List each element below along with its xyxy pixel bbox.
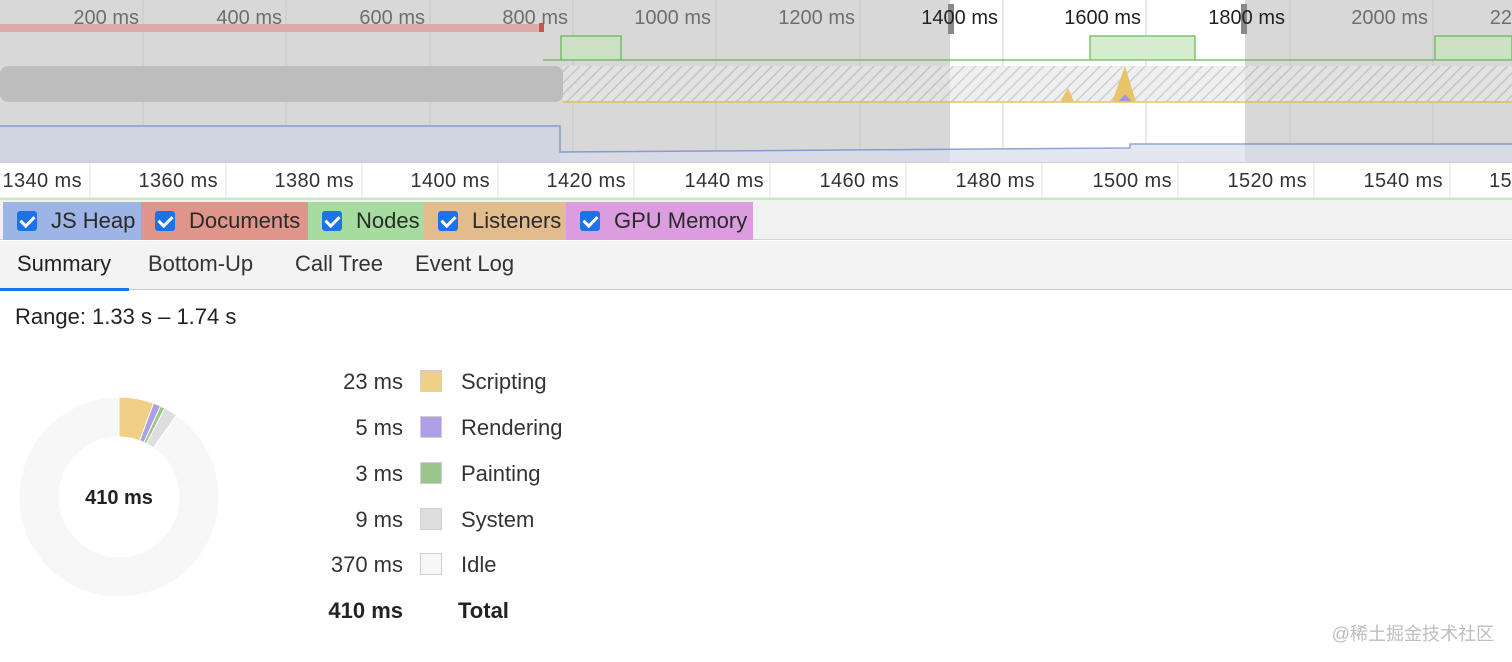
tab-summary[interactable]: Summary	[0, 241, 130, 291]
donut-total-label: 410 ms	[85, 487, 153, 509]
range-text: Range: 1.33 s – 1.74 s	[15, 304, 237, 329]
overview-tick-label: 600 ms	[359, 7, 425, 29]
checkbox-checked-icon[interactable]	[580, 211, 600, 231]
legend-label: System	[461, 507, 535, 532]
legend-total-label: Total	[458, 598, 509, 623]
legend-label: Idle	[461, 552, 497, 577]
legend-total-value: 410 ms	[328, 598, 403, 623]
counter-js-heap-toggle[interactable]: JS Heap	[3, 202, 141, 240]
overview-graphs: 200 ms 400 ms 600 ms 800 ms 1000 ms 1200 ms 14…	[0, 0, 1512, 162]
legend-swatch	[420, 462, 442, 484]
tab-bottom-up[interactable]: Bottom-Up	[148, 241, 253, 290]
counter-listeners-toggle[interactable]: Listeners	[424, 202, 566, 240]
checkbox-checked-icon[interactable]	[322, 211, 342, 231]
overview-tick-label: 400 ms	[216, 7, 282, 29]
overview-tick-label: 1800 ms	[1208, 7, 1285, 29]
ruler-tick-label: 1360 ms	[138, 170, 218, 192]
legend-swatch	[420, 508, 442, 530]
ruler-tick-label: 1380 ms	[274, 170, 354, 192]
tab-event-log-label: Event Log	[415, 251, 515, 276]
overview-tick-label: 1400 ms	[921, 7, 998, 29]
legend-label: Scripting	[461, 369, 547, 394]
legend-value: 9 ms	[355, 507, 403, 532]
watermark: @稀土掘金技术社区	[1331, 624, 1494, 644]
overview-tick-label: 2000 ms	[1351, 7, 1428, 29]
ruler-tick-label: 1400 ms	[410, 170, 490, 192]
legend-value: 370 ms	[330, 552, 403, 577]
counter-label: Documents	[189, 208, 301, 233]
ruler-tick-label: 1540 ms	[1363, 170, 1443, 192]
overview-tick-label: 1600 ms	[1064, 7, 1141, 29]
counter-label: JS Heap	[51, 208, 136, 233]
ruler-tick-label: 1520 ms	[1227, 170, 1307, 192]
counter-label: GPU Memory	[614, 208, 748, 233]
counter-documents-toggle[interactable]: Documents	[141, 202, 308, 240]
checkbox-checked-icon[interactable]	[438, 211, 458, 231]
summary-donut-chart: 410 ms	[18, 396, 220, 598]
counter-gpu-memory-toggle[interactable]: GPU Memory	[566, 202, 753, 240]
overview-tick-label: 1200 ms	[778, 7, 855, 29]
tab-call-tree[interactable]: Call Tree	[295, 241, 383, 290]
tab-active-indicator	[0, 288, 130, 291]
overview-tick-label: 200 ms	[73, 7, 139, 29]
legend-value: 5 ms	[355, 415, 403, 440]
legend-label: Rendering	[461, 415, 563, 440]
overview-tick-label: 22	[1490, 7, 1512, 29]
counter-label: Nodes	[356, 208, 420, 233]
legend-swatch	[420, 416, 442, 438]
ruler-tick-label: 1500 ms	[1092, 170, 1172, 192]
overview-tick-label: 800 ms	[502, 7, 568, 29]
overview-tick-label: 1000 ms	[634, 7, 711, 29]
ruler-tick-label: 1460 ms	[819, 170, 899, 192]
legend-label: Painting	[461, 461, 541, 486]
legend-value: 3 ms	[355, 461, 403, 486]
checkbox-checked-icon[interactable]	[155, 211, 175, 231]
legend-value: 23 ms	[343, 369, 403, 394]
legend-swatch	[420, 553, 442, 575]
tab-event-log[interactable]: Event Log	[415, 241, 514, 290]
timeline-ruler: 1340 ms 1360 ms 1380 ms 1400 ms 1420 ms 1440 …	[0, 162, 1512, 200]
tab-summary-label: Summary	[17, 251, 112, 276]
legend-swatch	[420, 370, 442, 392]
details-tabs: Summary Bottom-Up Call Tree Event Log	[0, 241, 1512, 291]
ruler-tick-label: 1440 ms	[684, 170, 764, 192]
counter-label: Listeners	[472, 208, 562, 233]
tab-bottom-up-label: Bottom-Up	[148, 251, 254, 276]
ruler-tick-label: 1480 ms	[955, 170, 1035, 192]
checkbox-checked-icon[interactable]	[17, 211, 37, 231]
counter-nodes-toggle[interactable]: Nodes	[308, 202, 424, 240]
counter-toggles: JS Heap Documents Nodes Listeners GPU Memory	[0, 200, 1512, 240]
ruler-tick-label: 1420 ms	[546, 170, 626, 192]
tab-call-tree-label: Call Tree	[295, 251, 384, 276]
timeline-overview[interactable]: 200 ms 400 ms 600 ms 800 ms 1000 ms 1200 ms 14…	[0, 0, 1512, 162]
ruler-tick-label: 15	[1489, 170, 1512, 192]
ruler-tick-label: 1340 ms	[2, 170, 82, 192]
